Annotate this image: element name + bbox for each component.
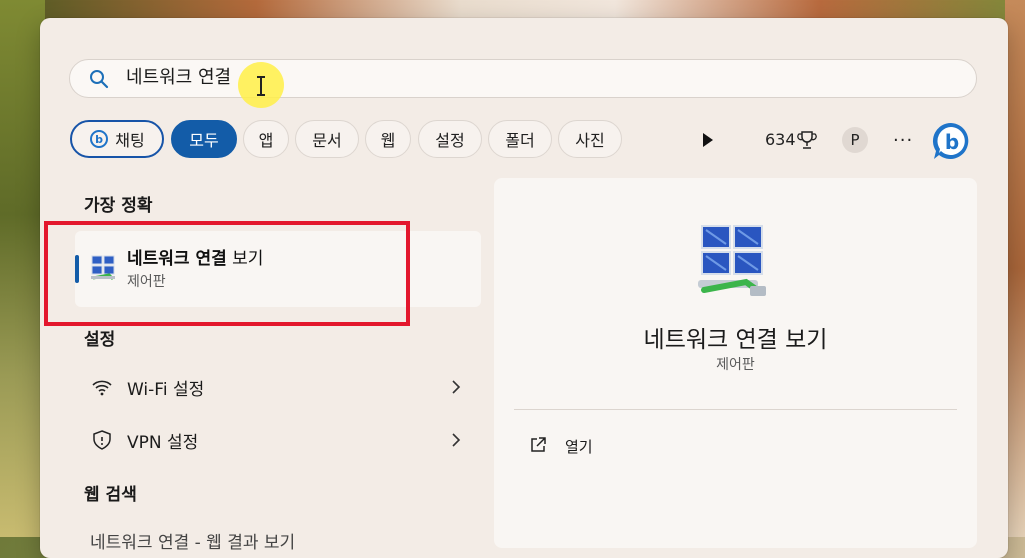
more-options-icon[interactable]: ··· — [893, 130, 913, 151]
web-search-result-partial[interactable]: 네트워크 연결 - 웹 결과 보기 — [90, 528, 295, 553]
svg-text:b: b — [945, 130, 959, 154]
tab-web[interactable]: 웹 — [365, 120, 411, 158]
avatar[interactable]: P — [842, 127, 868, 153]
settings-item-label: Wi-Fi 설정 — [127, 380, 205, 400]
best-match-heading: 가장 정확 — [84, 196, 153, 216]
web-search-heading: 웹 검색 — [84, 485, 137, 505]
tab-documents[interactable]: 문서 — [295, 120, 359, 158]
wifi-icon — [92, 380, 112, 396]
detail-title: 네트워크 연결 보기 — [643, 327, 828, 353]
network-connections-large-icon — [698, 225, 766, 296]
search-icon — [90, 70, 109, 89]
trophy-icon — [797, 131, 817, 149]
text-cursor-icon — [257, 76, 265, 96]
detail-pane: 네트워크 연결 보기 제어판 열기 — [494, 178, 977, 548]
open-external-icon[interactable] — [529, 436, 547, 454]
tab-folders[interactable]: 폴더 — [488, 120, 552, 158]
play-icon[interactable] — [702, 132, 714, 148]
settings-item-label: VPN 설정 — [127, 433, 199, 453]
wallpaper-left — [0, 0, 45, 537]
settings-item-wifi[interactable]: Wi-Fi 설정 — [75, 362, 481, 412]
tab-settings[interactable]: 설정 — [418, 120, 482, 158]
shield-icon — [93, 430, 111, 450]
chevron-right-icon — [452, 380, 461, 394]
chevron-right-icon — [452, 433, 461, 447]
bing-chat-icon: b — [90, 130, 109, 148]
rewards-points[interactable]: 634 — [765, 130, 796, 149]
chat-chip[interactable]: b 채팅 — [70, 120, 164, 158]
bing-logo-icon[interactable]: b — [930, 120, 972, 162]
open-action-label[interactable]: 열기 — [565, 436, 593, 457]
tab-all[interactable]: 모두 — [171, 120, 237, 158]
settings-heading: 설정 — [84, 330, 116, 350]
divider — [514, 409, 957, 410]
search-input[interactable]: 네트워크 연결 — [69, 59, 977, 98]
tab-photos[interactable]: 사진 — [558, 120, 622, 158]
search-query-text: 네트워크 연결 — [126, 67, 232, 88]
detail-subtitle: 제어판 — [716, 357, 755, 373]
wallpaper-right — [1005, 0, 1025, 537]
tab-apps[interactable]: 앱 — [243, 120, 289, 158]
settings-item-vpn[interactable]: VPN 설정 — [75, 415, 481, 465]
svg-text:b: b — [95, 133, 103, 146]
highlight-annotation-box — [44, 221, 410, 326]
